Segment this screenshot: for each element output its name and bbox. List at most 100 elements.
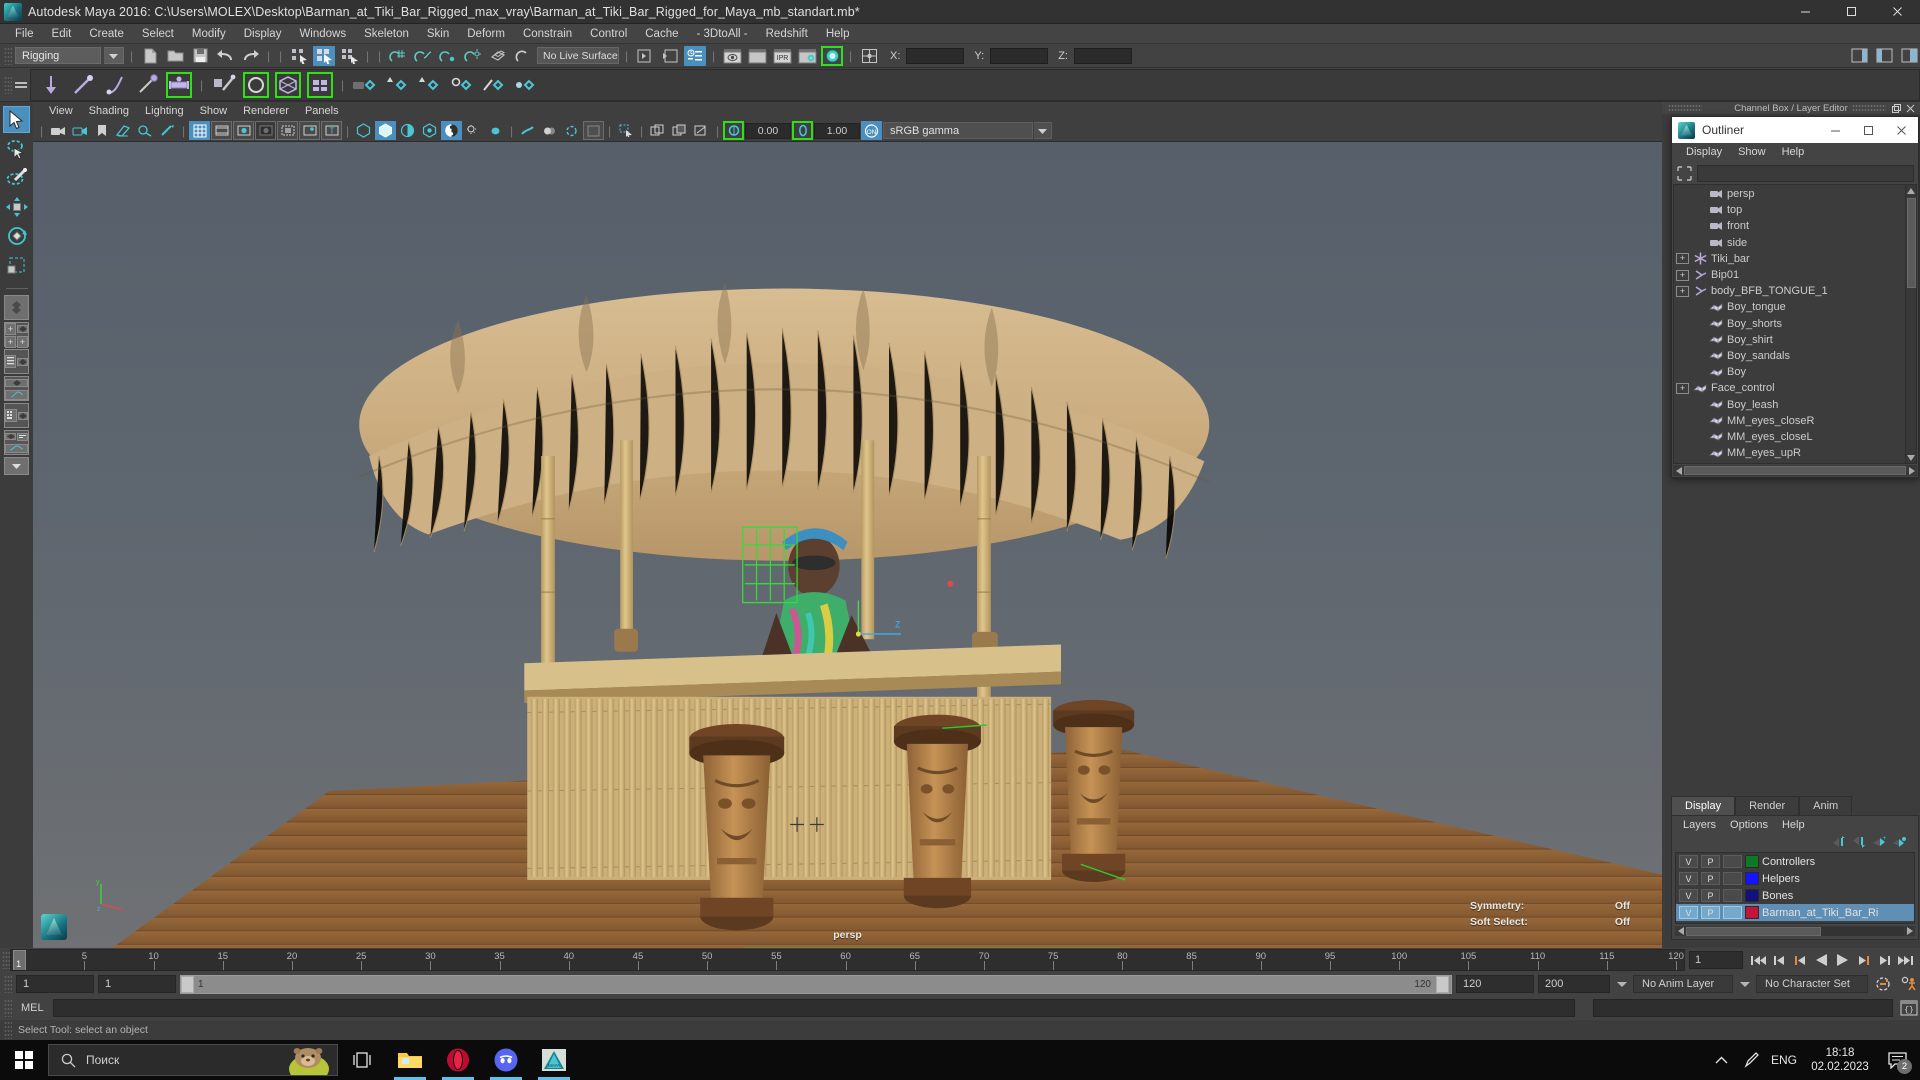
layer-playback-toggle[interactable]: P (1701, 855, 1720, 868)
menu-create[interactable]: Create (80, 24, 133, 44)
xray-select-icon[interactable] (615, 121, 636, 140)
open-scene-icon[interactable] (164, 46, 186, 66)
panel-drag-dots[interactable] (1852, 103, 1886, 113)
snap-point-icon[interactable] (437, 46, 459, 66)
paint-select-tool[interactable] (3, 164, 30, 191)
snap-curve-icon[interactable] (412, 46, 434, 66)
notification-center-button[interactable]: 2 (1878, 1040, 1916, 1080)
layer-playback-toggle[interactable]: P (1701, 872, 1720, 885)
character-set-field[interactable]: No Character Set (1756, 975, 1868, 993)
layer-row[interactable]: V P Barman_at_Tiki_Bar_Ri (1676, 904, 1914, 921)
gamma-toggle-icon[interactable] (792, 121, 813, 140)
panel-menu-renderer[interactable]: Renderer (235, 102, 297, 120)
select-camera-icon[interactable] (47, 121, 68, 140)
scroll-track[interactable] (1686, 926, 1904, 936)
snap-projected-icon[interactable] (462, 46, 484, 66)
depth-of-field-icon[interactable] (561, 121, 582, 140)
menu-set-selector[interactable]: Rigging (15, 47, 101, 64)
shelf-grip[interactable] (4, 75, 12, 94)
go-to-start-icon[interactable] (1749, 951, 1767, 969)
outliner-item[interactable]: + Face_control (1674, 380, 1905, 396)
layer-row[interactable]: V P Controllers (1676, 853, 1914, 870)
panel-close-button[interactable] (1904, 103, 1917, 114)
layer-type-toggle[interactable] (1723, 906, 1742, 919)
window-minimize-button[interactable] (1782, 0, 1828, 24)
task-view-icon[interactable] (338, 1040, 386, 1080)
hypershade-persp-layout[interactable] (4, 403, 29, 428)
coord-x-field[interactable] (906, 47, 965, 64)
range-start-field[interactable]: 1 (98, 975, 176, 993)
outliner-item[interactable]: MM_eyes_closeR (1674, 413, 1905, 429)
outliner-item[interactable]: side (1674, 235, 1905, 251)
move-layer-up-icon[interactable] (1832, 836, 1846, 849)
tab-display[interactable]: Display (1671, 796, 1736, 815)
layer-color-swatch[interactable] (1745, 872, 1759, 885)
textured-shading-icon[interactable] (441, 121, 462, 140)
bookmark-icon[interactable] (91, 121, 112, 140)
panel-menu-shading[interactable]: Shading (81, 102, 137, 120)
scroll-thumb[interactable] (1686, 926, 1822, 936)
redo-icon[interactable] (239, 46, 261, 66)
outliner-filter-icon[interactable] (1676, 165, 1693, 182)
outliner-item[interactable]: MM_eyes_upR (1674, 445, 1905, 461)
panel-menu-view[interactable]: View (41, 102, 81, 120)
show-manipulator-icon[interactable] (858, 46, 880, 66)
animation-start-field[interactable]: 1 (16, 975, 94, 993)
select-tool[interactable] (3, 106, 30, 133)
scroll-thumb[interactable] (1684, 466, 1906, 475)
camera-attributes-icon[interactable] (69, 121, 90, 140)
persp-graph-layout[interactable] (4, 376, 29, 401)
two-d-pan-zoom-icon[interactable] (135, 121, 156, 140)
open-editor-icon[interactable] (634, 46, 656, 66)
exposure-toggle-icon[interactable] (723, 121, 744, 140)
pen-tray-icon[interactable] (1736, 1040, 1766, 1080)
menu-cache[interactable]: Cache (636, 24, 687, 44)
ik-spline-icon[interactable] (101, 71, 129, 99)
interactive-bind-icon[interactable] (242, 71, 270, 99)
paint-skin-weights-icon[interactable] (210, 71, 238, 99)
command-input-field[interactable] (52, 999, 1575, 1017)
point-constraint-icon[interactable] (415, 71, 443, 99)
color-management-dropdown-arrow[interactable] (1034, 122, 1052, 139)
menu-windows[interactable]: Windows (290, 24, 355, 44)
outliner-item[interactable]: + Tiki_bar (1674, 251, 1905, 267)
layer-row[interactable]: V P Bones (1676, 887, 1914, 904)
color-management-toggle-icon[interactable]: ON (861, 121, 882, 140)
outliner-item[interactable]: + Bip01 (1674, 267, 1905, 283)
gamma-value[interactable]: 1.00 (814, 122, 860, 139)
range-end-field[interactable]: 120 (1456, 975, 1534, 993)
menu-help[interactable]: Help (817, 24, 859, 44)
persp-outliner-graph-layout[interactable] (4, 430, 29, 455)
resolution-gate-icon[interactable] (233, 121, 254, 140)
texture-gate-icon[interactable]: T (321, 121, 342, 140)
use-all-lights-icon[interactable] (419, 121, 440, 140)
select-object-icon[interactable] (313, 45, 335, 66)
undo-icon[interactable] (214, 46, 236, 66)
menu-select[interactable]: Select (133, 24, 183, 44)
layer-playback-toggle[interactable]: P (1701, 889, 1720, 902)
anim-layer-dropdown-arrow[interactable] (1614, 975, 1629, 993)
layer-color-swatch[interactable] (1745, 906, 1759, 919)
pole-vector-icon[interactable] (511, 71, 539, 99)
snap-grid-icon[interactable] (387, 46, 409, 66)
layer-visibility-toggle[interactable]: V (1679, 855, 1698, 868)
expand-toggle-icon[interactable]: + (1676, 269, 1689, 281)
perspective-viewport[interactable]: z persp Symmetry: Off Soft Select: Off y… (33, 142, 1662, 948)
outliner-item[interactable]: front (1674, 218, 1905, 234)
menu-set-dropdown-arrow[interactable] (104, 47, 124, 64)
panel-menu-panels[interactable]: Panels (297, 102, 347, 120)
outliner-persp-layout[interactable] (4, 349, 29, 374)
script-editor-icon[interactable]: {} (1898, 998, 1920, 1018)
time-slider-track[interactable]: 1 5 10 15 20 25 30 35 40 45 50 55 60 65 70 75 80 85 90 95 1… (10, 949, 1685, 971)
outliner-maximize-button[interactable] (1852, 117, 1885, 143)
menu-skeleton[interactable]: Skeleton (355, 24, 418, 44)
render-settings-icon[interactable] (796, 46, 818, 66)
character-set-dropdown-arrow[interactable] (1737, 975, 1752, 993)
motion-blur-icon[interactable] (517, 121, 538, 140)
outliner-item[interactable]: Boy_shirt (1674, 332, 1905, 348)
exposure-control-icon[interactable] (277, 121, 298, 140)
scroll-left-icon[interactable] (1675, 926, 1686, 937)
sidebar-channel-box-toggle-icon[interactable] (1898, 46, 1920, 66)
window-close-button[interactable] (1874, 0, 1920, 24)
menu-constrain[interactable]: Constrain (514, 24, 581, 44)
